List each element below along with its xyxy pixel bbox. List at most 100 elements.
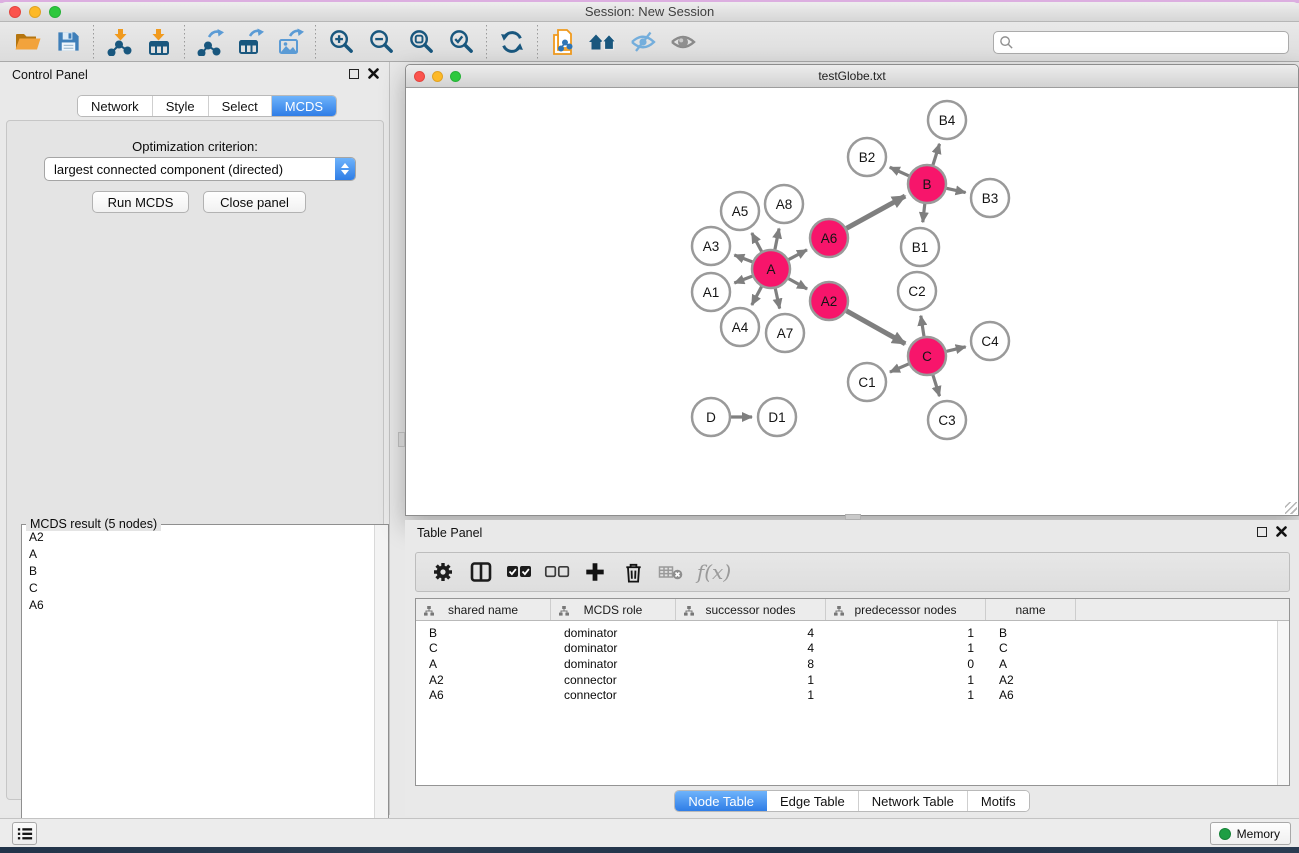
toolbar-separator [486,25,487,59]
column-browser-button[interactable] [462,556,500,588]
graph-node-B4[interactable]: B4 [928,101,966,139]
graph-node-D[interactable]: D [692,398,730,436]
table-tab-motifs[interactable]: Motifs [968,791,1029,811]
graph-node-A[interactable]: A [752,250,790,288]
network-canvas[interactable]: A5A8 A3 A A1A4 A7 A6 A2 B2 B4 B B3 B1 C2 C C4 C1 C3 D D1 [406,88,1298,515]
table-settings-button[interactable] [424,556,462,588]
graph-node-C4[interactable]: C4 [971,322,1009,360]
graph-node-A8[interactable]: A8 [765,185,803,223]
import-table-button[interactable] [139,25,179,59]
graph-node-D1[interactable]: D1 [758,398,796,436]
close-window-button[interactable] [9,6,21,18]
table-cell: C [986,641,1076,655]
graph-node-C2[interactable]: C2 [898,272,936,310]
run-mcds-button[interactable]: Run MCDS [92,191,189,213]
column-header-successor-nodes[interactable]: successor nodes [676,599,826,620]
refresh-view-button[interactable] [492,25,532,59]
table-scrollbar[interactable] [1277,621,1289,785]
close-panel-icon[interactable] [368,68,379,79]
zoom-window-button[interactable] [49,6,61,18]
graph-node-A1[interactable]: A1 [692,273,730,311]
float-table-panel-icon[interactable] [1257,527,1267,537]
table-tabs-wrap: Node TableEdge TableNetwork TableMotifs [405,790,1299,812]
mcds-result-list[interactable]: A2ABCA6 [23,528,373,853]
table-cell: dominator [551,657,676,671]
node-label: D [706,410,716,425]
graph-node-A6[interactable]: A6 [810,219,848,257]
export-table-button[interactable] [230,25,270,59]
home-layout-button[interactable] [583,25,623,59]
control-panel-tabs: NetworkStyleSelectMCDS [77,95,337,117]
graph-node-C1[interactable]: C1 [848,363,886,401]
network-minimize-button[interactable] [432,71,443,82]
delete-table-button[interactable] [652,556,690,588]
close-table-panel-icon[interactable] [1276,526,1287,537]
graph-node-B[interactable]: B [908,165,946,203]
graph-node-C[interactable]: C [908,337,946,375]
tab-style[interactable]: Style [153,96,209,116]
graph-node-A4[interactable]: A4 [721,308,759,346]
import-network-button[interactable] [99,25,139,59]
tab-select[interactable]: Select [209,96,272,116]
network-zoom-button[interactable] [450,71,461,82]
close-panel-button[interactable]: Close panel [203,191,306,213]
export-network-button[interactable] [190,25,230,59]
memory-button[interactable]: Memory [1210,822,1291,845]
graph-node-A7[interactable]: A7 [766,314,804,352]
graph-node-A3[interactable]: A3 [692,227,730,265]
graph-node-C3[interactable]: C3 [928,401,966,439]
column-header-MCDS-role[interactable]: MCDS role [551,599,676,620]
minimize-window-button[interactable] [29,6,41,18]
table-row[interactable]: Adominator80A [416,656,1289,672]
table-cell: A2 [986,673,1076,687]
deselect-all-columns-button[interactable] [538,556,576,588]
graph-node-B3[interactable]: B3 [971,179,1009,217]
graph-node-A2[interactable]: A2 [810,282,848,320]
select-all-columns-button[interactable] [500,556,538,588]
clone-network-button[interactable] [543,25,583,59]
control-panel-titlebar: Control Panel [0,62,389,88]
result-scrollbar[interactable] [374,525,388,853]
create-column-button[interactable] [576,556,614,588]
zoom-fit-button[interactable] [401,25,441,59]
table-panel: Table Panel [405,520,1299,816]
table-row[interactable]: A6connector11A6 [416,687,1289,703]
graph-node-B1[interactable]: B1 [901,228,939,266]
column-header-name[interactable]: name [986,599,1076,620]
table-cell: connector [551,688,676,702]
float-panel-icon[interactable] [349,69,359,79]
vertical-splitter-handle[interactable] [398,432,405,447]
graph-node-A5[interactable]: A5 [721,192,759,230]
network-close-button[interactable] [414,71,425,82]
table-tab-node-table[interactable]: Node Table [675,791,767,811]
table-row[interactable]: A2connector11A2 [416,672,1289,688]
column-header-shared-name[interactable]: shared name [416,599,551,620]
node-label: A4 [732,320,749,335]
zoom-selected-button[interactable] [441,25,481,59]
save-session-button[interactable] [48,25,88,59]
delete-column-button[interactable] [614,556,652,588]
zoom-out-button[interactable] [361,25,401,59]
export-image-button[interactable] [270,25,310,59]
toolbar-separator [184,25,185,59]
graph-node-B2[interactable]: B2 [848,138,886,176]
hide-graphics-details-button[interactable] [623,25,663,59]
window-resize-grip[interactable] [1285,502,1297,514]
optimization-criterion-dropdown[interactable]: largest connected component (directed) [44,157,356,181]
column-header-predecessor-nodes[interactable]: predecessor nodes [826,599,986,620]
function-builder-button[interactable]: f(x) [690,556,738,588]
search-input[interactable] [1014,34,1288,52]
search-field [993,31,1289,54]
table-row[interactable]: Cdominator41C [416,641,1289,657]
tab-network[interactable]: Network [78,96,153,116]
show-graphics-details-button[interactable] [663,25,703,59]
tab-mcds[interactable]: MCDS [272,96,336,116]
task-history-button[interactable] [12,822,37,845]
open-session-button[interactable] [8,25,48,59]
table-tab-edge-table[interactable]: Edge Table [767,791,859,811]
clone-network-icon [549,28,577,56]
table-row[interactable]: Bdominator41B [416,625,1289,641]
zoom-in-button[interactable] [321,25,361,59]
node-label: C [922,349,932,364]
table-tab-network-table[interactable]: Network Table [859,791,968,811]
